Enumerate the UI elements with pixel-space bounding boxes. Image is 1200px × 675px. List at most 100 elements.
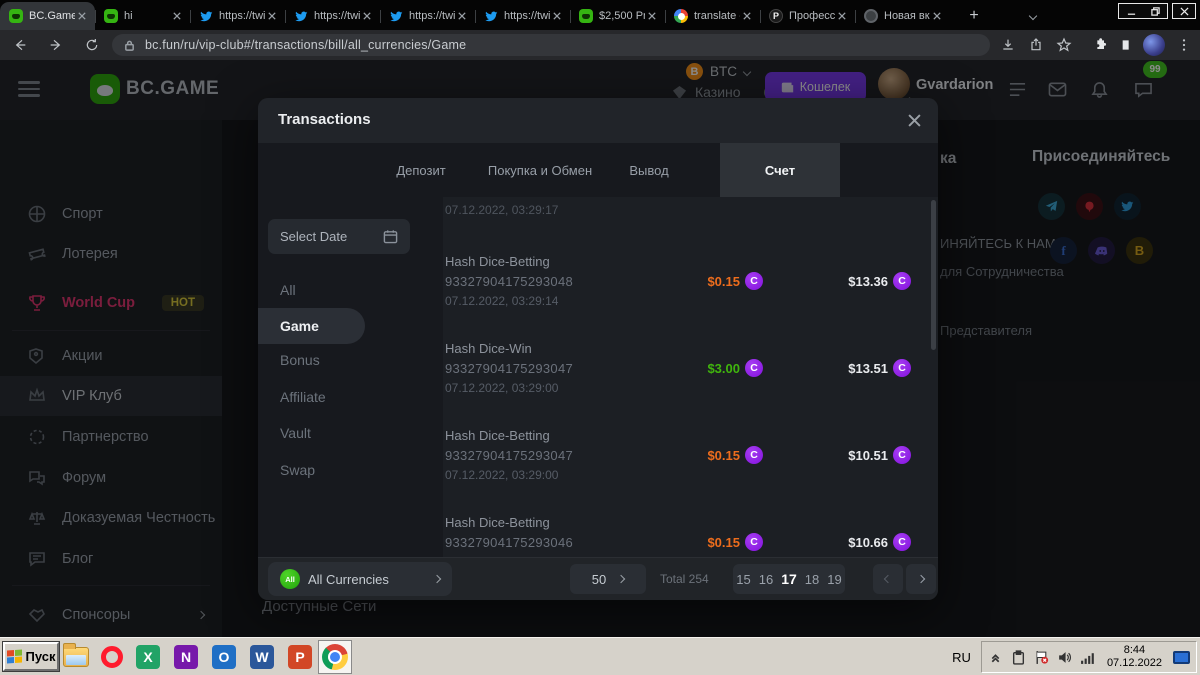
browser-menu-dots-icon[interactable] <box>1174 35 1194 55</box>
list-scrollbar[interactable] <box>931 200 936 350</box>
tab-close-icon[interactable] <box>550 9 564 23</box>
tab-deposit[interactable]: Депозит <box>396 143 445 197</box>
next-page-button[interactable] <box>906 564 936 594</box>
tab-buy-swap[interactable]: Покупка и Обмен <box>488 143 592 197</box>
sidebar-item-sponsors[interactable]: Спонсоры <box>0 595 222 635</box>
discord-icon[interactable] <box>1088 237 1115 264</box>
filter-swap[interactable]: Swap <box>258 453 378 487</box>
browser-tab[interactable]: https://twi <box>190 2 285 30</box>
filter-game[interactable]: Game <box>258 308 365 344</box>
page-number[interactable]: 18 <box>805 572 819 587</box>
forward-icon[interactable] <box>46 35 66 55</box>
word-icon[interactable]: W <box>248 643 276 671</box>
bitcointalk-icon[interactable]: B <box>1126 237 1153 264</box>
page-number-active[interactable]: 17 <box>781 571 797 587</box>
sidebar-item-forum[interactable]: Форум <box>0 458 222 498</box>
twitter-icon[interactable] <box>1114 193 1141 220</box>
extensions-puzzle-icon[interactable] <box>1090 35 1110 55</box>
transaction-title: Hash Dice-Betting <box>445 254 550 269</box>
outlook-icon[interactable]: O <box>210 643 238 671</box>
filter-all[interactable]: All <box>258 273 378 307</box>
excel-icon[interactable]: X <box>134 643 162 671</box>
browser-tab[interactable]: https://twi <box>380 2 475 30</box>
sidebar-item-vip-club[interactable]: VIP Клуб <box>0 376 222 416</box>
powerpoint-icon[interactable]: P <box>286 643 314 671</box>
sidebar-item-affiliate[interactable]: Партнерство <box>0 417 222 457</box>
display-tray-icon[interactable] <box>1173 651 1190 664</box>
tab-bill[interactable]: Счет <box>720 143 840 197</box>
browser-tab[interactable]: BC.Game <box>0 2 95 30</box>
join-heading: Присоединяйтесь <box>1032 148 1200 166</box>
sidebar-item-blog[interactable]: Блог <box>0 539 222 579</box>
browser-tab[interactable]: hi <box>95 2 190 30</box>
browser-tab[interactable]: https://twi <box>285 2 380 30</box>
onenote-icon[interactable]: N <box>172 643 200 671</box>
select-date-button[interactable]: Select Date <box>268 219 410 254</box>
opera-icon[interactable] <box>98 643 126 671</box>
tab-close-icon[interactable] <box>75 9 89 23</box>
tab-close-icon[interactable] <box>265 9 279 23</box>
network-signal-icon[interactable] <box>1080 649 1096 665</box>
transaction-amount: $0.15 <box>707 535 740 550</box>
filter-vault[interactable]: Vault <box>258 416 378 450</box>
browser-tab-bar: BC.Game hi https://twi https://twi https… <box>0 0 1200 30</box>
browser-tab[interactable]: P Професси <box>760 2 855 30</box>
modal-close-button[interactable] <box>904 110 924 130</box>
download-icon[interactable] <box>998 35 1018 55</box>
window-close-button[interactable] <box>1172 3 1196 19</box>
action-center-flag-icon[interactable] <box>1034 649 1050 665</box>
sidebar-item-promotions[interactable]: Акции <box>0 336 222 376</box>
start-button[interactable]: Пуск <box>3 642 59 671</box>
bcgame-logo-text[interactable]: BC.GAME <box>126 78 219 100</box>
page-size-selector[interactable]: 50 <box>570 564 646 594</box>
url-field[interactable]: bc.fun/ru/vip-club#/transactions/bill/al… <box>112 34 990 56</box>
tab-close-icon[interactable] <box>360 9 374 23</box>
back-icon[interactable] <box>10 35 30 55</box>
sidebar-item-provably-fair[interactable]: Доказуемая Честность <box>0 498 222 538</box>
bookmark-star-icon[interactable] <box>1054 35 1074 55</box>
new-tab-button[interactable]: + <box>962 4 986 28</box>
volume-icon[interactable] <box>1057 649 1073 665</box>
facebook-icon[interactable]: f <box>1050 237 1077 264</box>
social-icon[interactable] <box>1076 193 1103 220</box>
currency-selector[interactable]: B BTC <box>686 63 750 80</box>
page-number[interactable]: 15 <box>736 572 750 587</box>
language-indicator[interactable]: RU <box>952 650 971 665</box>
chrome-taskbar-button[interactable] <box>318 640 352 674</box>
prev-page-button[interactable] <box>873 564 903 594</box>
sidebar-toggle-icon[interactable] <box>18 81 40 97</box>
twitter-favicon <box>199 9 213 23</box>
share-icon[interactable] <box>1026 35 1046 55</box>
file-explorer-icon[interactable] <box>62 643 90 671</box>
browser-tab[interactable]: Новая вк <box>855 2 950 30</box>
tab-list-chevron-icon[interactable] <box>1022 5 1044 27</box>
ticket-icon <box>28 245 46 263</box>
browser-tab[interactable]: $2,500 Pre <box>570 2 665 30</box>
side-panel-icon[interactable] <box>1118 35 1138 55</box>
bcgame-logo-icon[interactable] <box>90 74 120 104</box>
tab-withdraw[interactable]: Вывод <box>629 143 668 197</box>
filter-bonus[interactable]: Bonus <box>258 343 378 377</box>
clipboard-tray-icon[interactable] <box>1011 649 1027 665</box>
profile-avatar[interactable] <box>1143 34 1165 56</box>
telegram-icon[interactable] <box>1038 193 1065 220</box>
page-number[interactable]: 16 <box>759 572 773 587</box>
sidebar-item-world-cup[interactable]: World Cup HOT <box>0 283 222 323</box>
sidebar-item-sport[interactable]: Спорт <box>0 194 222 234</box>
tab-close-icon[interactable] <box>740 9 754 23</box>
filter-affiliate[interactable]: Affiliate <box>258 380 378 414</box>
browser-tab[interactable]: translate - <box>665 2 760 30</box>
browser-tab[interactable]: https://twi <box>475 2 570 30</box>
tray-expand-icon[interactable] <box>988 649 1004 665</box>
tab-close-icon[interactable] <box>930 9 944 23</box>
reload-icon[interactable] <box>82 35 102 55</box>
tab-close-icon[interactable] <box>455 9 469 23</box>
sidebar-item-lottery[interactable]: Лотерея <box>0 234 222 274</box>
all-currencies-button[interactable]: All All Currencies <box>268 562 452 596</box>
tab-close-icon[interactable] <box>835 9 849 23</box>
page-number[interactable]: 19 <box>827 572 841 587</box>
window-min-restore-controls[interactable] <box>1118 3 1168 19</box>
tab-close-icon[interactable] <box>170 9 184 23</box>
tray-clock[interactable]: 8:44 07.12.2022 <box>1107 644 1162 670</box>
tab-close-icon[interactable] <box>645 9 659 23</box>
